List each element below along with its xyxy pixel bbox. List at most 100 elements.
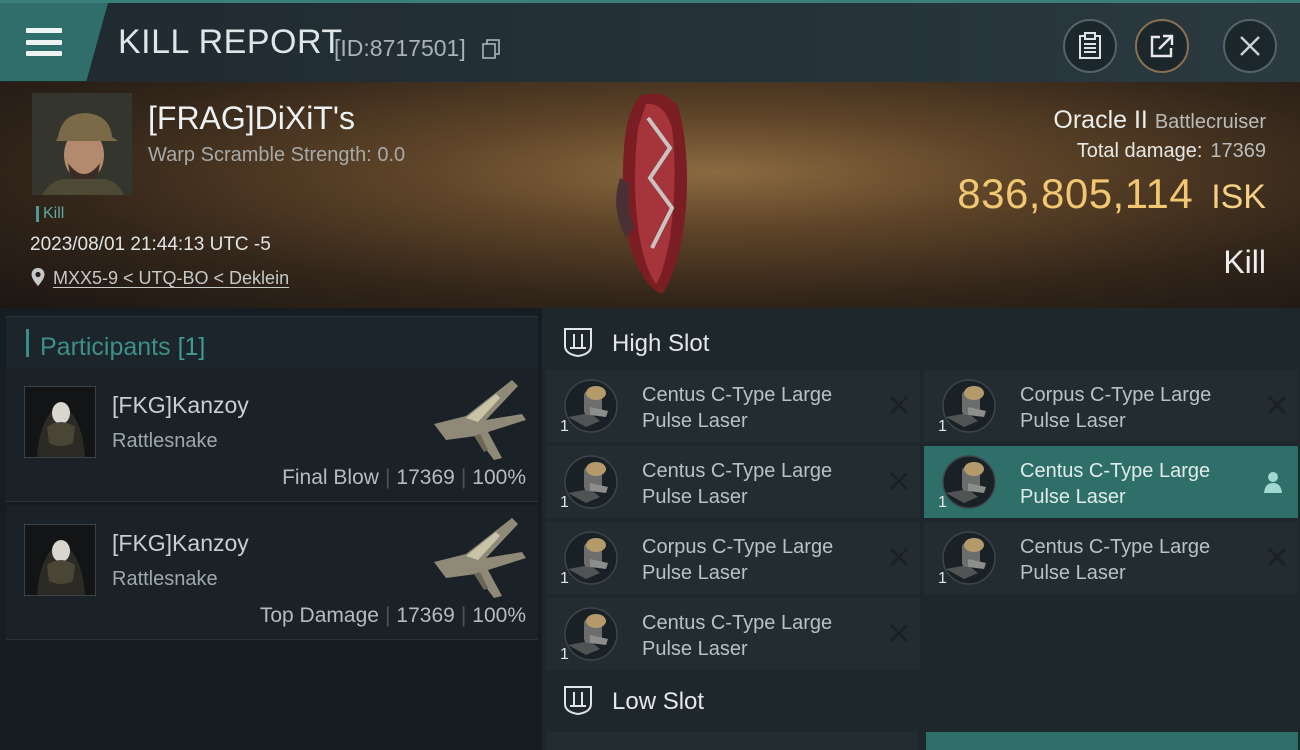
helmet-avatar-icon xyxy=(25,525,95,595)
isk-unit: ISK xyxy=(1211,178,1266,216)
share-button[interactable] xyxy=(1135,19,1189,73)
module-quantity: 1 xyxy=(938,418,947,435)
clipboard-button[interactable] xyxy=(1063,19,1117,73)
low-slot-row-partial[interactable] xyxy=(926,732,1298,750)
module-name: Centus C-Type Large Pulse Laser xyxy=(1020,458,1260,510)
module-name-line2: Pulse Laser xyxy=(642,410,748,432)
module-tile[interactable]: 1 Corpus C-Type Large Pulse Laser xyxy=(924,370,1298,442)
pulse-laser-icon xyxy=(564,455,618,509)
module-tile[interactable]: 1 Centus C-Type Large Pulse Laser xyxy=(924,446,1298,518)
low-slot-title: Low Slot xyxy=(612,688,705,715)
accent-bar xyxy=(26,329,29,357)
helmet-avatar-icon xyxy=(25,387,95,457)
module-name: Corpus C-Type Large Pulse Laser xyxy=(1020,382,1260,434)
participant-ship-image[interactable] xyxy=(426,512,536,600)
module-quantity: 1 xyxy=(938,494,947,511)
total-damage-label: Total damage: xyxy=(1076,140,1203,162)
participant-row[interactable]: [FKG]Kanzoy Rattlesnake Final Blow | 17369… xyxy=(6,368,538,502)
participant-name[interactable]: [FKG]Kanzoy xyxy=(112,530,249,557)
module-name-line1: Corpus C-Type Large xyxy=(1020,384,1212,406)
title-bar: KILL REPORT [ID:8717501] xyxy=(0,0,1300,82)
module-tile[interactable]: 1 Centus C-Type Large Pulse Laser xyxy=(546,598,920,670)
module-name-line2: Pulse Laser xyxy=(642,486,748,508)
location-pin-icon xyxy=(31,268,45,286)
destroyed-x-icon xyxy=(890,472,908,490)
module-name-line1: Centus C-Type Large xyxy=(642,384,833,406)
module-name-line2: Pulse Laser xyxy=(1020,562,1126,584)
close-button[interactable] xyxy=(1223,19,1277,73)
victim-ship: Oracle II Battlecruiser xyxy=(1053,106,1266,135)
ship-name[interactable]: Oracle II xyxy=(1053,106,1147,134)
destroyed-x-icon xyxy=(1268,396,1286,414)
warp-scramble-strength: Warp Scramble Strength: 0.0 xyxy=(148,144,406,166)
close-icon xyxy=(1240,36,1260,56)
clipboard-icon xyxy=(1079,32,1101,59)
participant-damage: 17369 xyxy=(396,466,455,489)
module-tile[interactable]: 1 Corpus C-Type Large Pulse Laser xyxy=(546,522,920,594)
participants-count: [1] xyxy=(177,333,206,361)
participant-portrait[interactable] xyxy=(24,524,96,596)
participant-row[interactable]: [FKG]Kanzoy Rattlesnake Top Damage | 17369… xyxy=(6,506,538,640)
module-quantity: 1 xyxy=(938,570,947,587)
high-slot-icon xyxy=(564,328,592,358)
victim-name[interactable]: [FRAG]DiXiT's xyxy=(148,100,355,137)
module-name-line2: Pulse Laser xyxy=(642,638,748,660)
hamburger-icon xyxy=(26,28,62,56)
menu-button[interactable] xyxy=(0,3,108,81)
kill-datetime: 2023/08/01 21:44:13 UTC -5 xyxy=(30,234,271,255)
module-quantity: 1 xyxy=(560,418,569,435)
pulse-laser-icon xyxy=(564,607,618,661)
participants-title: Participants [1] xyxy=(40,333,205,362)
module-name-line2: Pulse Laser xyxy=(1020,486,1126,508)
participant-stats: Top Damage | 17369 | 100% xyxy=(259,604,526,627)
module-tile[interactable]: 1 Centus C-Type Large Pulse Laser xyxy=(546,370,920,442)
participant-name[interactable]: [FKG]Kanzoy xyxy=(112,392,249,419)
participant-ship: Rattlesnake xyxy=(112,568,218,590)
copy-icon[interactable] xyxy=(482,39,500,59)
pulse-laser-icon xyxy=(942,455,996,509)
low-slot-row-partial[interactable] xyxy=(546,732,918,750)
participant-ship-image[interactable] xyxy=(426,374,536,462)
participant-stats: Final Blow | 17369 | 100% xyxy=(282,466,526,489)
destroyed-x-icon xyxy=(1268,548,1286,566)
participants-label: Participants xyxy=(40,333,171,361)
high-slot-header: High Slot xyxy=(542,312,1300,372)
report-result: Kill xyxy=(1223,244,1266,280)
module-name-line2: Pulse Laser xyxy=(642,562,748,584)
module-tile[interactable]: 1 Centus C-Type Large Pulse Laser xyxy=(924,522,1298,594)
victim-portrait[interactable] xyxy=(32,93,132,195)
module-tile[interactable]: 1 Centus C-Type Large Pulse Laser xyxy=(546,446,920,518)
participant-percent: 100% xyxy=(472,604,526,627)
pulse-laser-icon xyxy=(942,531,996,585)
module-name: Centus C-Type Large Pulse Laser xyxy=(1020,534,1260,586)
participant-role: Top Damage xyxy=(259,604,379,627)
high-slot-title: High Slot xyxy=(612,330,710,357)
victim-ship-image[interactable] xyxy=(600,88,710,300)
module-quantity: 1 xyxy=(560,570,569,587)
module-quantity: 1 xyxy=(560,646,569,663)
module-name-line1: Centus C-Type Large xyxy=(642,460,833,482)
module-name-line1: Centus C-Type Large xyxy=(1020,460,1211,482)
destroyed-x-icon xyxy=(890,396,908,414)
report-id: [ID:8717501] xyxy=(334,35,466,61)
kill-location-link[interactable]: MXX5-9 < UTQ-BO < Deklein xyxy=(53,268,289,289)
module-name-line1: Centus C-Type Large xyxy=(1020,536,1211,558)
module-name: Corpus C-Type Large Pulse Laser xyxy=(642,534,882,586)
module-name: Centus C-Type Large Pulse Laser xyxy=(642,382,882,434)
pilot-avatar-icon xyxy=(32,93,132,195)
participants-header: Participants [1] xyxy=(6,316,538,370)
participant-percent: 100% xyxy=(472,466,526,489)
share-icon xyxy=(1150,34,1174,58)
page-title: KILL REPORT xyxy=(118,23,343,61)
module-quantity: 1 xyxy=(560,494,569,511)
destroyed-x-icon xyxy=(890,624,908,642)
module-name-line1: Corpus C-Type Large xyxy=(642,536,834,558)
module-name: Centus C-Type Large Pulse Laser xyxy=(642,610,882,662)
isk-amount: 836,805,114 xyxy=(957,170,1194,217)
module-name-line1: Centus C-Type Large xyxy=(642,612,833,634)
isk-value: 836,805,114 ISK xyxy=(957,170,1266,218)
low-slot-icon xyxy=(564,686,592,716)
module-name: Centus C-Type Large Pulse Laser xyxy=(642,458,882,510)
participant-portrait[interactable] xyxy=(24,386,96,458)
fitting-panel: High Slot 1 Centus C-Type Large Pulse Lase… xyxy=(542,308,1300,750)
